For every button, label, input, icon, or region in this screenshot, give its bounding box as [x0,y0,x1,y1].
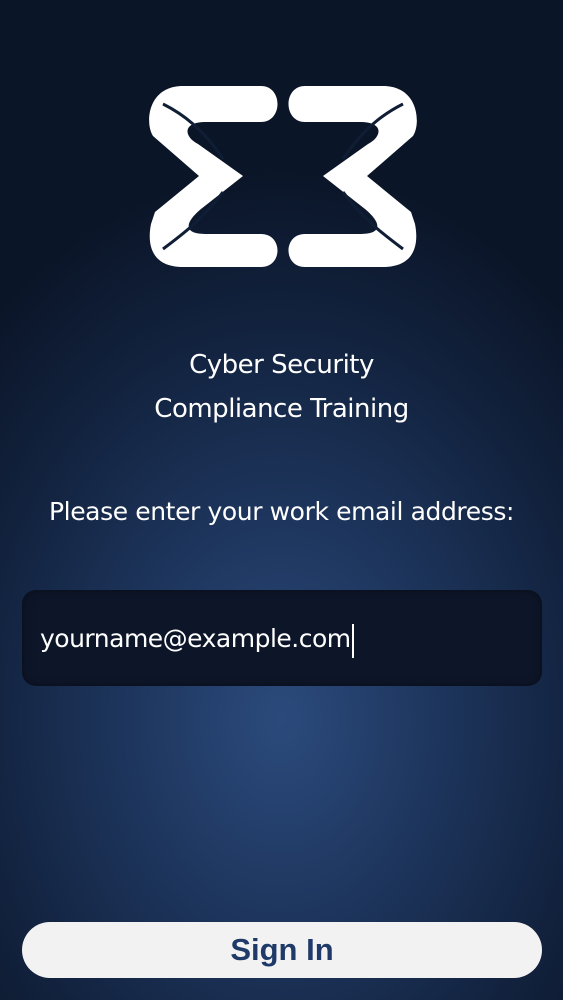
text-cursor [352,624,354,658]
login-screen: Cyber Security Compliance Training Pleas… [0,0,563,1000]
email-prompt-label: Please enter your work email address: [48,497,515,526]
app-title-line-2: Compliance Training [154,394,409,424]
email-input[interactable] [40,590,520,686]
email-field-container[interactable] [22,590,542,686]
ribbon-sigma-logo-icon [143,84,423,269]
sign-in-button[interactable]: Sign In [22,922,542,978]
app-title-line-1: Cyber Security [189,350,374,380]
